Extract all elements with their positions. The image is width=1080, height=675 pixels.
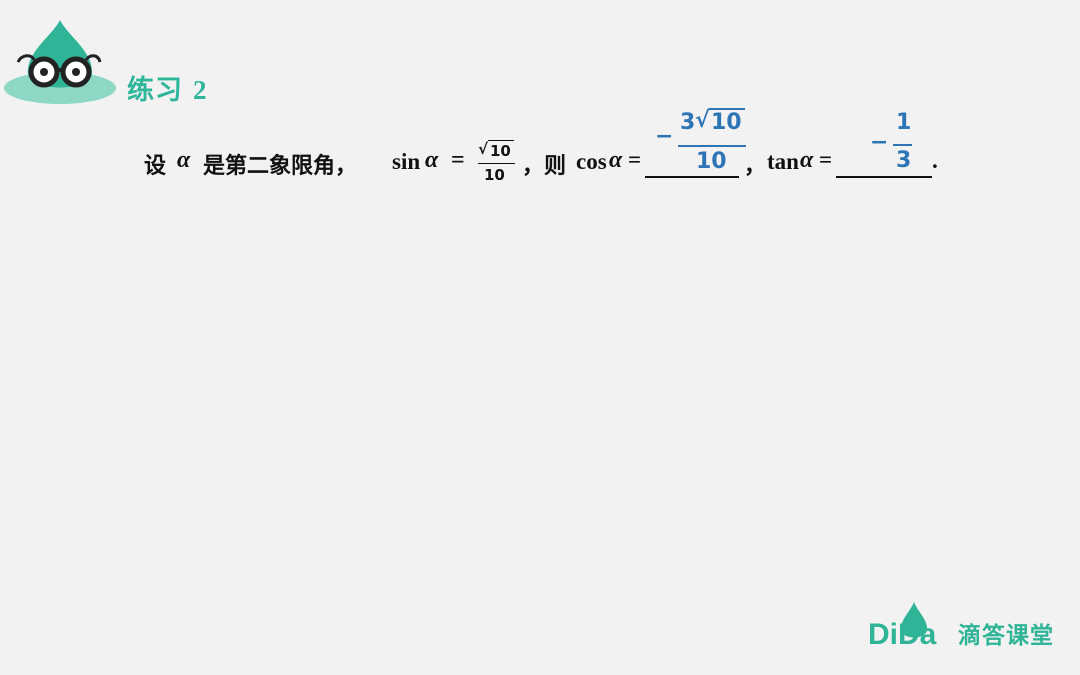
equals-sign: = — [628, 147, 642, 172]
answer-blank-tan — [836, 176, 932, 178]
cos-answer-denominator: 10 — [696, 149, 727, 174]
fraction-bar — [478, 163, 515, 164]
dida-logo-icon: DiDa — [868, 602, 937, 651]
sqrt-icon: √ — [478, 140, 489, 158]
brand-name: 滴答课堂 — [958, 623, 1054, 649]
problem-text-1: 设 — [144, 154, 167, 179]
problem-text-4: ， — [744, 154, 767, 179]
tan-answer-sign: − — [870, 130, 889, 155]
radical-bar — [488, 140, 514, 141]
exercise-heading: 练习 2 — [127, 68, 208, 107]
sin-numerator: 10 — [490, 142, 511, 160]
alpha-symbol: α — [609, 147, 623, 173]
sqrt-icon: √ — [695, 108, 710, 133]
problem-text-3: ，则 — [522, 154, 567, 179]
svg-text:DiDa: DiDa — [868, 618, 937, 651]
answer-blank-cos — [645, 176, 739, 178]
cos-answer-radicand: 10 — [711, 110, 742, 135]
alpha-symbol: α — [177, 147, 191, 173]
mascot-drop-glasses-icon — [4, 20, 116, 104]
heading-number: 2 — [193, 75, 208, 105]
sin-denominator: 10 — [484, 166, 505, 184]
cos-label: cos — [576, 149, 607, 174]
problem-text-2: 是第二象限角， — [203, 154, 358, 179]
cos-answer-sign: − — [655, 124, 674, 149]
slide: 练习 2 设 α 是第二象限角， sin α = √ 10 10 ，则 cos α… — [0, 0, 1080, 675]
cos-answer-coef: 3 — [680, 110, 696, 135]
tan-label: tan — [767, 149, 799, 174]
equals-sign: = — [451, 147, 465, 173]
fraction-bar — [678, 145, 746, 147]
heading-label: 练习 — [127, 75, 183, 106]
tan-answer-numerator: 1 — [896, 110, 912, 135]
alpha-symbol: α — [800, 147, 814, 173]
fraction-bar — [893, 144, 912, 146]
equals-sign: = — [819, 147, 833, 172]
sin-label: sin — [392, 149, 421, 174]
tan-answer-denominator: 3 — [896, 148, 912, 173]
period: . — [932, 148, 938, 173]
footer-logo: DiDa 滴答课堂 — [866, 600, 1066, 656]
alpha-symbol: α — [425, 147, 439, 173]
